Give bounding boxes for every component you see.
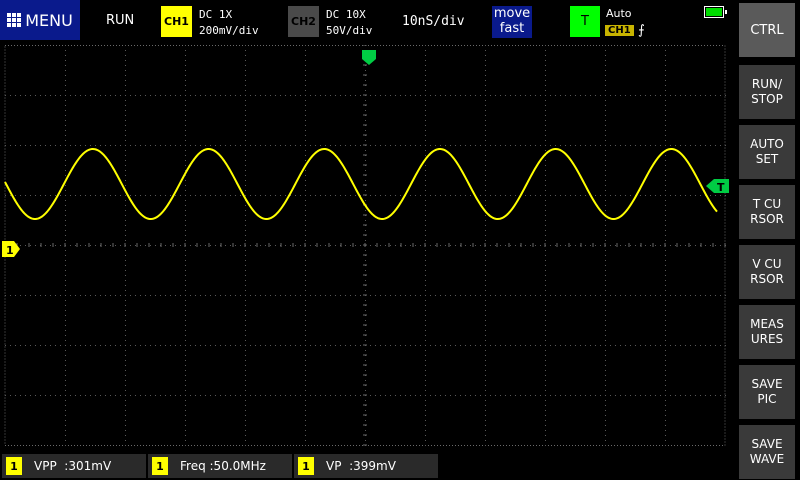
ch2-settings[interactable]: DC 10X 50V/div [326,7,372,39]
scope-screen[interactable]: 1 T [0,45,730,450]
battery-fill [706,8,722,16]
ch1-waveform [4,147,718,221]
auto-set-button[interactable]: AUTO SET [739,125,795,179]
t-cursor-button[interactable]: T CU RSOR [739,185,795,239]
trigger-source[interactable]: CH1 [605,25,634,36]
measurement-vp[interactable]: 1 VP :399mV [294,454,438,478]
trigger-marker-label: T [717,181,725,194]
timebase[interactable]: 10nS/div [402,14,465,29]
run-status[interactable]: RUN [106,13,134,28]
measurement-vpp-value: VPP :301mV [34,459,112,473]
measurement-freq[interactable]: 1 Freq :50.0MHz [148,454,292,478]
scope-grid [4,45,726,446]
menu-grid-icon [7,13,22,27]
menu-label: MENU [25,10,73,30]
battery-icon [704,6,727,18]
measures-button[interactable]: MEAS URES [739,305,795,359]
ch2-coupling: DC 10X [326,8,366,21]
measurement-vp-value: VP :399mV [326,459,396,473]
measurement-channel-tag: 1 [152,457,168,475]
rising-edge-icon: ⨍ [638,23,645,38]
ch1-marker-label: 1 [6,244,14,257]
save-wave-button[interactable]: SAVE WAVE [739,425,795,479]
move-speed: fast [499,21,525,36]
ch1-scale: 200mV/div [199,24,259,37]
measurement-channel-tag: 1 [298,457,314,475]
trigger-position-marker[interactable] [362,50,376,65]
trigger-mode[interactable]: Auto [606,7,632,20]
ch1-tag[interactable]: CH1 [161,6,192,37]
save-pic-button[interactable]: SAVE PIC [739,365,795,419]
ch2-scale: 50V/div [326,24,373,37]
ctrl-button[interactable]: CTRL [739,3,795,57]
run-stop-button[interactable]: RUN/ STOP [739,65,795,119]
trigger-level-marker[interactable]: T [706,179,729,194]
ch1-coupling: DC 1X [199,8,233,21]
ch1-settings[interactable]: DC 1X 200mV/div [199,7,259,39]
ch2-tag[interactable]: CH2 [288,6,319,37]
measurement-vpp[interactable]: 1 VPP :301mV [2,454,146,478]
v-cursor-button[interactable]: V CU RSOR [739,245,795,299]
measurement-freq-value: Freq :50.0MHz [180,459,266,473]
move-speed-button[interactable]: move fast [492,6,532,38]
move-label: move [493,6,531,21]
trigger-tag[interactable]: T [570,6,600,37]
measurement-channel-tag: 1 [6,457,22,475]
menu-button[interactable]: MENU [0,0,80,40]
